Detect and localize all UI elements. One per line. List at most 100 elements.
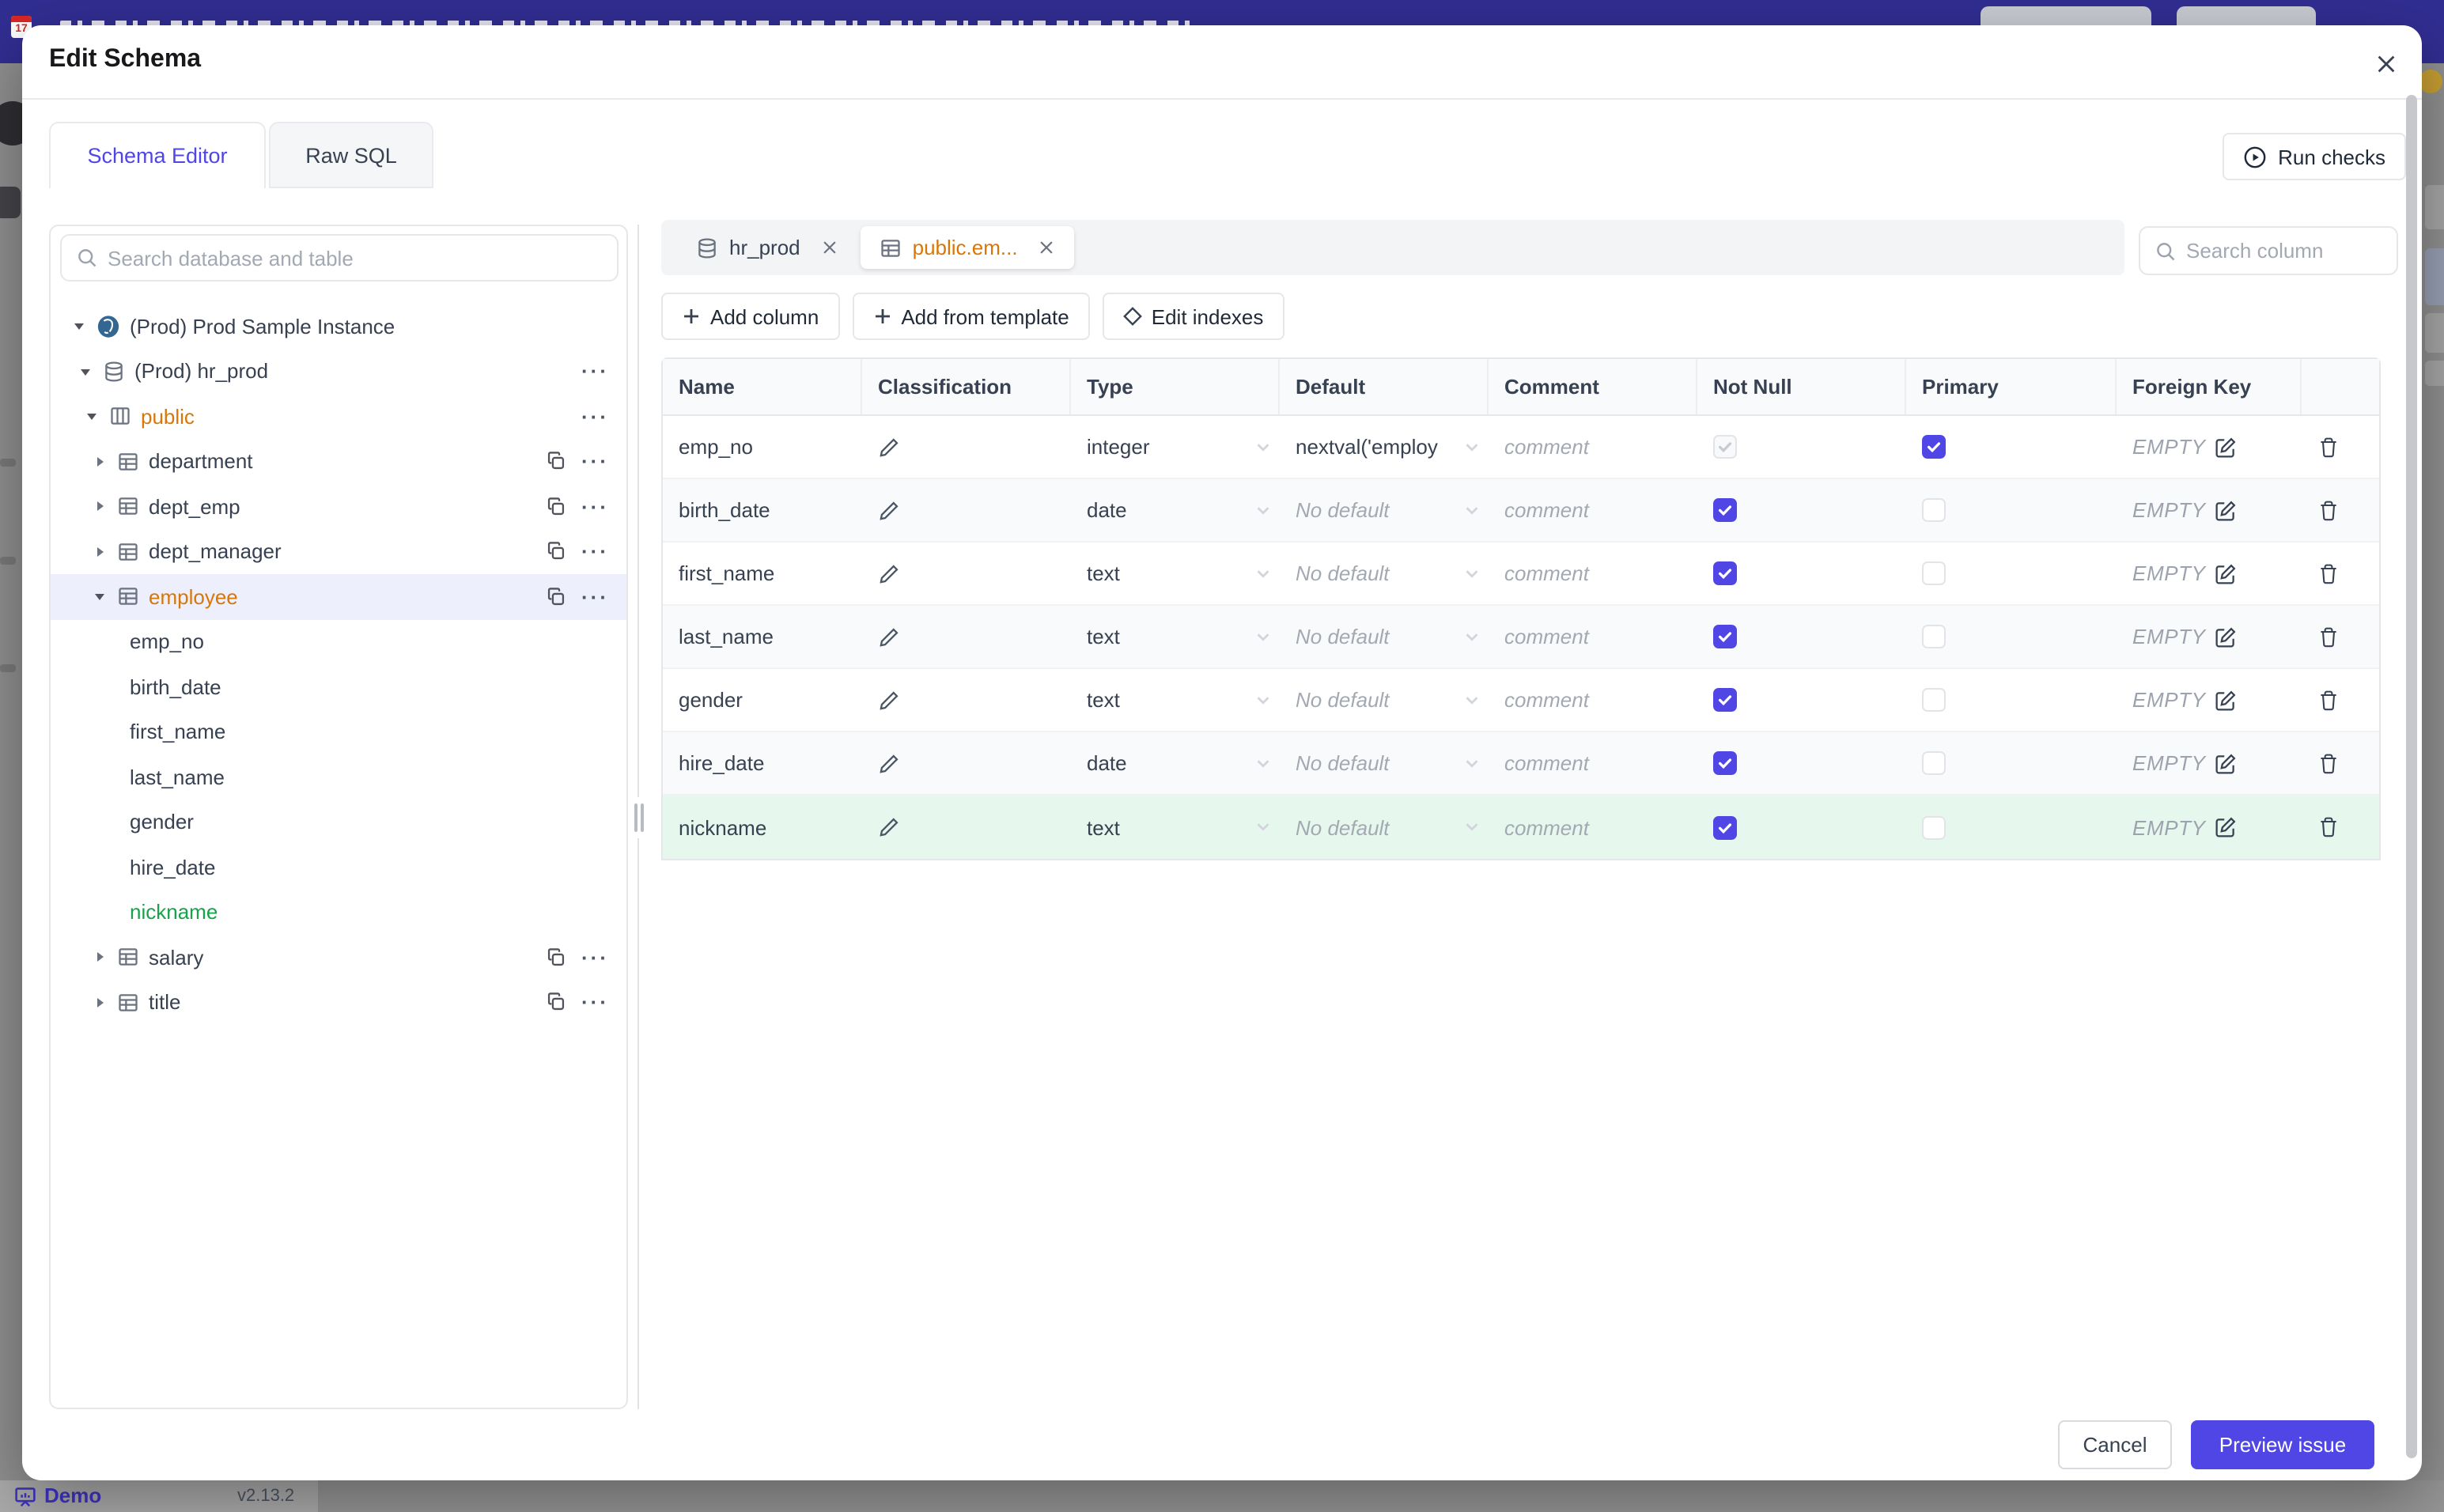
more-actions-icon[interactable]: ··· xyxy=(581,587,609,607)
type-select[interactable]: date xyxy=(1071,732,1280,794)
classification-edit-icon[interactable] xyxy=(878,436,900,458)
tree-item-table-dept-manager[interactable]: dept_manager ··· xyxy=(51,529,626,574)
tab-chip-hr-prod[interactable]: hr_prod xyxy=(677,226,857,269)
tree-item-table-title[interactable]: title ··· xyxy=(51,980,626,1025)
trash-icon[interactable] xyxy=(2317,689,2340,711)
edit-foreign-key-icon[interactable] xyxy=(2215,689,2238,711)
tree-item-table-department[interactable]: department ··· xyxy=(51,439,626,484)
default-select[interactable]: No default xyxy=(1280,542,1489,604)
modal-scrollbar[interactable] xyxy=(2406,95,2417,1458)
tree-item-database[interactable]: (Prod) hr_prod ··· xyxy=(51,349,626,394)
demo-link[interactable]: Demo xyxy=(44,1484,101,1507)
name-field[interactable]: last_name xyxy=(663,606,862,667)
edit-foreign-key-icon[interactable] xyxy=(2215,499,2238,521)
default-select[interactable]: No default xyxy=(1280,732,1489,794)
caret-down-icon[interactable] xyxy=(78,364,93,380)
more-actions-icon[interactable]: ··· xyxy=(581,497,609,517)
copy-icon[interactable] xyxy=(545,587,566,607)
comment-field[interactable]: comment xyxy=(1489,796,1697,859)
type-select[interactable]: text xyxy=(1071,669,1280,731)
more-actions-icon[interactable]: ··· xyxy=(581,361,609,382)
tree-item-column-last-name[interactable]: last_name xyxy=(51,754,626,799)
run-checks-button[interactable]: Run checks xyxy=(2223,133,2406,180)
tab-schema-editor[interactable]: Schema Editor xyxy=(49,122,266,188)
classification-edit-icon[interactable] xyxy=(878,499,900,521)
comment-field[interactable]: comment xyxy=(1489,669,1697,731)
caret-down-icon[interactable] xyxy=(84,409,100,425)
edit-foreign-key-icon[interactable] xyxy=(2215,562,2238,584)
primary-checkbox[interactable] xyxy=(1922,561,1946,585)
caret-right-icon[interactable] xyxy=(92,950,108,966)
comment-field[interactable]: comment xyxy=(1489,606,1697,667)
name-field[interactable]: nickname xyxy=(663,796,862,859)
copy-icon[interactable] xyxy=(545,542,566,562)
panel-resize-handle[interactable] xyxy=(630,797,647,838)
more-actions-icon[interactable]: ··· xyxy=(581,992,609,1013)
caret-right-icon[interactable] xyxy=(92,544,108,560)
not-null-checkbox[interactable] xyxy=(1713,625,1737,648)
trash-icon[interactable] xyxy=(2317,752,2340,774)
type-select[interactable]: date xyxy=(1071,479,1280,541)
trash-icon[interactable] xyxy=(2317,436,2340,458)
comment-field[interactable]: comment xyxy=(1489,732,1697,794)
name-field[interactable]: birth_date xyxy=(663,479,862,541)
tree-item-schema-public[interactable]: public ··· xyxy=(51,394,626,439)
preview-issue-button[interactable]: Preview issue xyxy=(2191,1420,2374,1469)
primary-checkbox[interactable] xyxy=(1922,435,1946,459)
tab-raw-sql[interactable]: Raw SQL xyxy=(269,122,433,188)
default-select[interactable]: No default xyxy=(1280,669,1489,731)
copy-icon[interactable] xyxy=(545,947,566,968)
not-null-checkbox[interactable] xyxy=(1713,815,1737,839)
classification-edit-icon[interactable] xyxy=(878,816,900,838)
caret-right-icon[interactable] xyxy=(92,995,108,1011)
name-field[interactable]: first_name xyxy=(663,542,862,604)
trash-icon[interactable] xyxy=(2317,816,2340,838)
copy-icon[interactable] xyxy=(545,992,566,1013)
more-actions-icon[interactable]: ··· xyxy=(581,452,609,472)
classification-edit-icon[interactable] xyxy=(878,562,900,584)
add-column-button[interactable]: Add column xyxy=(661,293,840,340)
trash-icon[interactable] xyxy=(2317,562,2340,584)
add-from-template-button[interactable]: Add from template xyxy=(852,293,1090,340)
tree-item-instance[interactable]: (Prod) Prod Sample Instance xyxy=(51,304,626,349)
not-null-checkbox[interactable] xyxy=(1713,498,1737,522)
comment-field[interactable]: comment xyxy=(1489,479,1697,541)
more-actions-icon[interactable]: ··· xyxy=(581,542,609,562)
not-null-checkbox[interactable] xyxy=(1713,435,1737,459)
close-icon[interactable] xyxy=(2370,47,2401,79)
tree-item-column-hire-date[interactable]: hire_date xyxy=(51,845,626,890)
not-null-checkbox[interactable] xyxy=(1713,688,1737,712)
close-tab-icon[interactable] xyxy=(1039,239,1056,256)
caret-right-icon[interactable] xyxy=(92,499,108,515)
tree-search-input[interactable] xyxy=(108,246,603,270)
copy-icon[interactable] xyxy=(545,497,566,517)
tree-item-column-birth-date[interactable]: birth_date xyxy=(51,664,626,709)
default-select[interactable]: No default xyxy=(1280,796,1489,859)
edit-foreign-key-icon[interactable] xyxy=(2215,816,2238,838)
trash-icon[interactable] xyxy=(2317,499,2340,521)
close-tab-icon[interactable] xyxy=(821,239,838,256)
tree-item-column-first-name[interactable]: first_name xyxy=(51,709,626,754)
comment-field[interactable]: comment xyxy=(1489,542,1697,604)
type-select[interactable]: text xyxy=(1071,542,1280,604)
tree-item-table-employee[interactable]: employee ··· xyxy=(51,574,626,619)
more-actions-icon[interactable]: ··· xyxy=(581,406,609,427)
default-select[interactable]: No default xyxy=(1280,606,1489,667)
primary-checkbox[interactable] xyxy=(1922,751,1946,775)
caret-right-icon[interactable] xyxy=(92,454,108,470)
classification-edit-icon[interactable] xyxy=(878,689,900,711)
caret-down-icon[interactable] xyxy=(71,319,87,335)
name-field[interactable]: emp_no xyxy=(663,416,862,478)
classification-edit-icon[interactable] xyxy=(878,626,900,648)
edit-foreign-key-icon[interactable] xyxy=(2215,752,2238,774)
not-null-checkbox[interactable] xyxy=(1713,561,1737,585)
name-field[interactable]: gender xyxy=(663,669,862,731)
type-select[interactable]: text xyxy=(1071,606,1280,667)
edit-foreign-key-icon[interactable] xyxy=(2215,436,2238,458)
edit-foreign-key-icon[interactable] xyxy=(2215,626,2238,648)
tab-chip-public-employee[interactable]: public.em... xyxy=(860,226,1075,269)
default-select[interactable]: No default xyxy=(1280,479,1489,541)
primary-checkbox[interactable] xyxy=(1922,688,1946,712)
tree-item-table-dept-emp[interactable]: dept_emp ··· xyxy=(51,484,626,529)
comment-field[interactable]: comment xyxy=(1489,416,1697,478)
